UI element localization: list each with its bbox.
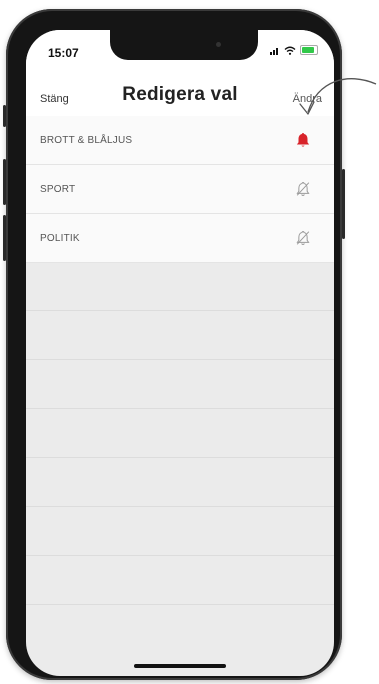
mute-switch bbox=[3, 105, 6, 127]
empty-row bbox=[26, 262, 334, 311]
front-camera bbox=[216, 42, 221, 47]
status-icons bbox=[270, 45, 318, 55]
signal-icon bbox=[270, 46, 280, 55]
topic-list: BROTT & BLÅLJUS SPORT POLITIK bbox=[26, 116, 334, 263]
list-item-label: POLITIK bbox=[40, 232, 80, 244]
power-button bbox=[342, 169, 345, 239]
empty-row bbox=[26, 507, 334, 556]
curved-arrow-icon bbox=[299, 78, 377, 115]
bell-slash-icon[interactable] bbox=[294, 180, 312, 198]
list-item-sport[interactable]: SPORT bbox=[26, 165, 334, 214]
list-item-label: BROTT & BLÅLJUS bbox=[40, 134, 133, 146]
empty-row bbox=[26, 556, 334, 605]
list-item-politik[interactable]: POLITIK bbox=[26, 214, 334, 263]
empty-row bbox=[26, 409, 334, 458]
empty-list-area bbox=[26, 262, 334, 605]
list-item-label: SPORT bbox=[40, 183, 76, 195]
notch bbox=[110, 30, 258, 60]
empty-row bbox=[26, 311, 334, 360]
wifi-icon bbox=[284, 46, 296, 55]
bell-slash-icon[interactable] bbox=[294, 229, 312, 247]
empty-row bbox=[26, 458, 334, 507]
status-time: 15:07 bbox=[48, 46, 79, 60]
volume-up-button bbox=[3, 159, 6, 205]
home-indicator[interactable] bbox=[134, 664, 226, 668]
empty-row bbox=[26, 360, 334, 409]
volume-down-button bbox=[3, 215, 6, 261]
battery-icon bbox=[300, 45, 318, 55]
